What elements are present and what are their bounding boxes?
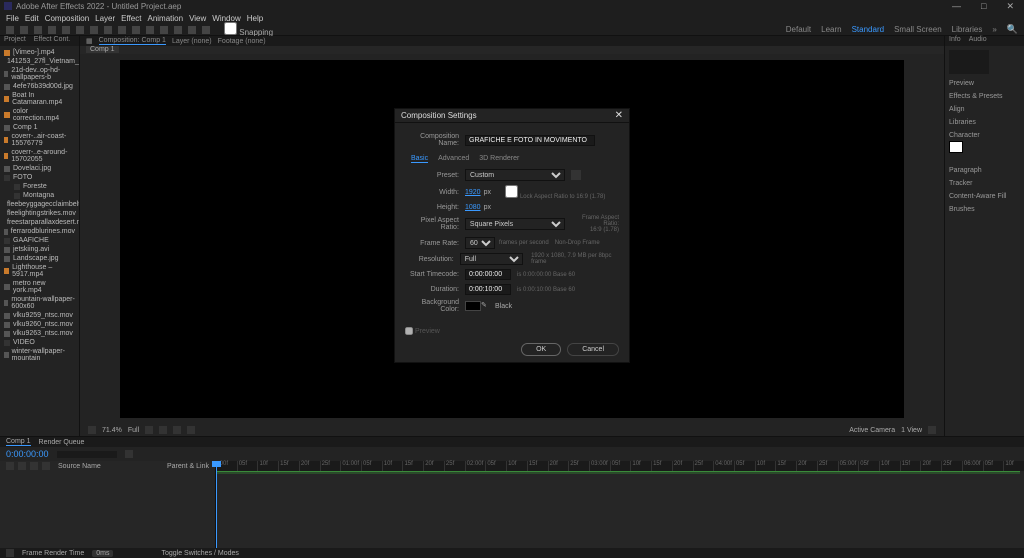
bg-color-name: Black [495, 303, 512, 310]
far-value: 16:9 (1.78) [590, 227, 619, 233]
dialog-tab-3d-renderer[interactable]: 3D Renderer [479, 155, 519, 163]
composition-settings-dialog: Composition Settings ✕ Composition Name:… [394, 108, 630, 363]
dialog-close-button[interactable]: ✕ [615, 110, 623, 121]
start-timecode-input[interactable] [465, 269, 511, 280]
fr-label: Frame Rate: [405, 240, 465, 247]
dur-hint: is 0:00:10:00 Base 60 [517, 287, 575, 293]
res-label: Resolution: [405, 256, 460, 263]
width-label: Width: [405, 189, 465, 196]
cancel-button[interactable]: Cancel [567, 343, 619, 356]
eyedropper-icon[interactable]: ✎ [481, 301, 491, 311]
start-label: Start Timecode: [405, 271, 465, 278]
width-input[interactable]: 1920 [465, 189, 481, 196]
dialog-tab-basic[interactable]: Basic [411, 155, 428, 163]
height-input[interactable]: 1080 [465, 204, 481, 211]
preview-label: Preview [415, 328, 440, 335]
comp-name-input[interactable] [465, 135, 595, 146]
dur-label: Duration: [405, 286, 465, 293]
dialog-tab-advanced[interactable]: Advanced [438, 155, 469, 163]
dialog-overlay: Composition Settings ✕ Composition Name:… [0, 0, 1024, 558]
lock-aspect-label: Lock Aspect Ratio to 16:9 (1.78) [520, 194, 605, 200]
preset-label: Preset: [405, 172, 465, 179]
fr-drop: Non-Drop Frame [555, 240, 600, 246]
par-dropdown[interactable]: Square Pixels [465, 218, 565, 230]
width-unit: px [484, 189, 491, 196]
lock-aspect-checkbox[interactable] [505, 185, 518, 198]
fr-unit: frames per second [499, 240, 549, 246]
par-label: Pixel Aspect Ratio: [405, 217, 465, 231]
preview-checkbox [405, 327, 413, 335]
comp-name-label: Composition Name: [405, 133, 465, 147]
fr-dropdown[interactable]: 60 [465, 237, 495, 249]
duration-input[interactable] [465, 284, 511, 295]
start-hint: is 0:00:00:00 Base 60 [517, 272, 575, 278]
preset-save-icon[interactable] [571, 170, 581, 180]
height-unit: px [484, 204, 491, 211]
bg-color-swatch[interactable] [465, 301, 481, 311]
far-label: Frame Aspect Ratio: [582, 215, 619, 227]
res-dropdown[interactable]: Full [460, 253, 523, 265]
height-label: Height: [405, 204, 465, 211]
res-hint: 1920 x 1080, 7.9 MB per 8bpc frame [531, 253, 619, 265]
ok-button[interactable]: OK [521, 343, 561, 356]
bg-label: Background Color: [405, 299, 465, 313]
preset-dropdown[interactable]: Custom [465, 169, 565, 181]
dialog-title: Composition Settings [401, 111, 477, 120]
